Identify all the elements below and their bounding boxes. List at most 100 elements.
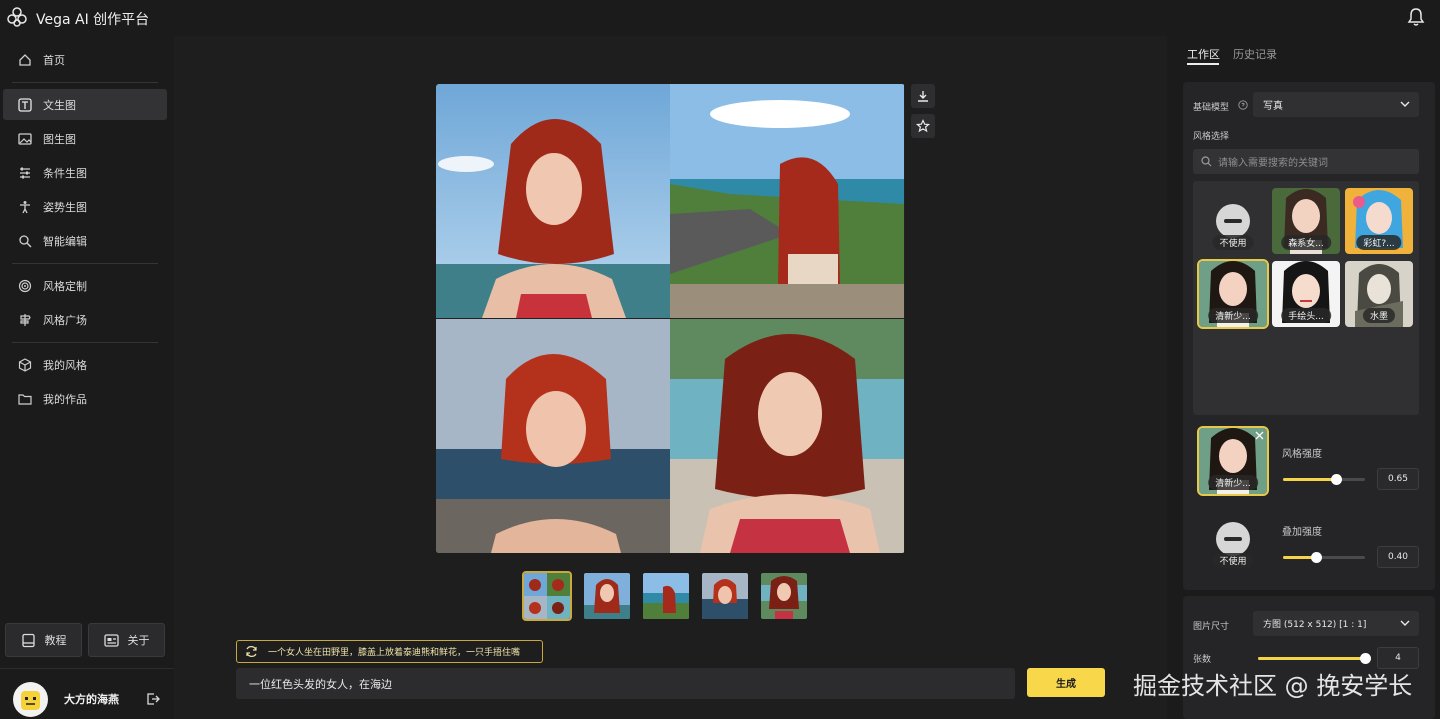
sidebar-item-style-custom[interactable]: 风格定制 bbox=[3, 270, 167, 301]
watermark: 掘金技术社区 @ 挽安学长 bbox=[1133, 672, 1413, 700]
prompt-suggestion-text: 一个女人坐在田野里，膝盖上放着泰迪熊和鲜花，一只手捂住嘴 bbox=[268, 648, 521, 658]
sidebar-item-label: 条件生图 bbox=[43, 166, 87, 180]
search-placeholder: 请输入需要搜索的关键词 bbox=[1218, 158, 1328, 169]
target-icon bbox=[17, 278, 32, 293]
count-slider[interactable] bbox=[1258, 653, 1371, 664]
right-panel: 工作区 历史记录 基础模型 写真 风格选择 请输入需要搜索的关键词 不使用 森系… bbox=[1167, 36, 1440, 719]
sidebar-item-conditional[interactable]: 条件生图 bbox=[3, 157, 167, 188]
thumbnail-3[interactable] bbox=[702, 573, 748, 619]
chevron-down-icon bbox=[1400, 620, 1410, 626]
style-caption: 水墨 bbox=[1362, 308, 1396, 323]
prompt-input[interactable]: 一位红色头发的女人，在海边 bbox=[236, 668, 1015, 699]
sidebar-item-my-works[interactable]: 我的作品 bbox=[3, 383, 167, 414]
generated-image-4[interactable] bbox=[670, 319, 904, 553]
style-caption: 清新少... bbox=[1208, 475, 1258, 490]
star-icon bbox=[916, 119, 930, 133]
about-button[interactable]: 关于 bbox=[88, 623, 165, 657]
generate-button[interactable]: 生成 bbox=[1027, 668, 1105, 697]
no-style-icon bbox=[1216, 204, 1250, 238]
magic-edit-icon bbox=[17, 233, 32, 248]
style-settings-card: 基础模型 写真 风格选择 请输入需要搜索的关键词 不使用 森系女... 彩虹?.… bbox=[1183, 82, 1435, 590]
style-strength-slider[interactable] bbox=[1283, 474, 1365, 485]
chevron-down-icon bbox=[1400, 101, 1410, 107]
overlay-strength-input[interactable]: 0.40 bbox=[1377, 546, 1419, 568]
sidebar-item-image-to-image[interactable]: 图生图 bbox=[3, 123, 167, 154]
thumbnail-1[interactable] bbox=[584, 573, 630, 619]
style-strength-input[interactable]: 0.65 bbox=[1377, 468, 1419, 490]
avatar[interactable] bbox=[13, 682, 48, 717]
book-icon bbox=[21, 633, 36, 648]
image-size-value: 方图 (512 x 512) [1 : 1] bbox=[1263, 620, 1367, 630]
sidebar-item-label: 首页 bbox=[43, 53, 65, 67]
sidebar-item-home[interactable]: 首页 bbox=[3, 44, 167, 75]
refresh-icon[interactable] bbox=[245, 645, 258, 658]
style-card-rainbow[interactable]: 彩虹?... bbox=[1345, 188, 1413, 254]
thumbnail-grid[interactable] bbox=[522, 571, 572, 621]
vega-logo-icon bbox=[7, 7, 27, 27]
selected-style-preview[interactable]: 清新少... bbox=[1197, 426, 1269, 496]
style-caption: 不使用 bbox=[1212, 235, 1254, 250]
sidebar-item-label: 文生图 bbox=[43, 98, 76, 112]
divider bbox=[12, 342, 158, 343]
style-search-input[interactable]: 请输入需要搜索的关键词 bbox=[1193, 149, 1419, 174]
slider-handle[interactable] bbox=[1360, 653, 1371, 664]
sidebar-item-text-to-image[interactable]: 文生图 bbox=[3, 89, 167, 120]
style-select-label: 风格选择 bbox=[1193, 132, 1230, 142]
slider-handle[interactable] bbox=[1311, 552, 1322, 563]
download-icon bbox=[918, 91, 928, 102]
tab-history[interactable]: 历史记录 bbox=[1233, 46, 1277, 62]
prompt-suggestion[interactable]: 一个女人坐在田野里，膝盖上放着泰迪熊和鲜花，一只手捂住嘴 bbox=[236, 640, 543, 663]
style-card-ink[interactable]: 水墨 bbox=[1345, 261, 1413, 327]
sidebar-item-label: 风格定制 bbox=[43, 279, 87, 293]
download-button[interactable] bbox=[911, 84, 935, 108]
sidebar-item-my-styles[interactable]: 我的风格 bbox=[3, 349, 167, 380]
thumbnail-4[interactable] bbox=[761, 573, 807, 619]
generated-image-2[interactable] bbox=[670, 84, 904, 318]
style-caption: 不使用 bbox=[1212, 553, 1254, 568]
style-caption: 清新少... bbox=[1208, 308, 1258, 323]
style-card-hand-drawn[interactable]: 手绘头... bbox=[1272, 261, 1340, 327]
generated-image-grid[interactable] bbox=[436, 84, 905, 553]
image-size-select[interactable]: 方图 (512 x 512) [1 : 1] bbox=[1253, 611, 1419, 636]
slider-fill bbox=[1258, 657, 1370, 660]
style-card-fresh-girl[interactable]: 清新少... bbox=[1197, 259, 1269, 329]
active-tab-indicator bbox=[1187, 63, 1219, 65]
logout-icon[interactable] bbox=[146, 692, 160, 706]
style-strength-label: 风格强度 bbox=[1282, 449, 1322, 460]
sidebar-item-label: 图生图 bbox=[43, 132, 76, 146]
image-icon bbox=[17, 131, 32, 146]
overlay-strength-label: 叠加强度 bbox=[1282, 527, 1322, 538]
tutorial-button[interactable]: 教程 bbox=[5, 623, 82, 657]
sidebar-item-style-plaza[interactable]: 风格广场 bbox=[3, 304, 167, 335]
favorite-button[interactable] bbox=[911, 114, 935, 138]
base-model-label: 基础模型 bbox=[1193, 103, 1230, 113]
slider-handle[interactable] bbox=[1331, 474, 1342, 485]
user-name: 大方的海燕 bbox=[64, 693, 119, 706]
sidebar-item-pose[interactable]: 姿势生图 bbox=[3, 191, 167, 222]
tab-workspace[interactable]: 工作区 bbox=[1187, 46, 1220, 62]
sidebar-item-label: 我的风格 bbox=[43, 358, 87, 372]
about-label: 关于 bbox=[127, 634, 150, 647]
style-card-forest-girl[interactable]: 森系女... bbox=[1272, 188, 1340, 254]
style-caption: 手绘头... bbox=[1281, 308, 1331, 323]
overlay-strength-slider[interactable] bbox=[1283, 552, 1365, 563]
divider bbox=[12, 82, 158, 83]
folder-icon bbox=[17, 391, 32, 406]
base-model-select[interactable]: 写真 bbox=[1253, 92, 1419, 117]
image-size-label: 图片尺寸 bbox=[1193, 622, 1230, 632]
generated-image-1[interactable] bbox=[436, 84, 670, 318]
pose-icon bbox=[17, 199, 32, 214]
sidebar-item-label: 智能编辑 bbox=[43, 234, 87, 248]
thumbnail-2[interactable] bbox=[643, 573, 689, 619]
sidebar-item-smart-edit[interactable]: 智能编辑 bbox=[3, 225, 167, 256]
generated-image-3[interactable] bbox=[436, 319, 670, 553]
tutorial-label: 教程 bbox=[44, 634, 67, 647]
help-icon[interactable] bbox=[1238, 100, 1248, 110]
style-card-none[interactable]: 不使用 bbox=[1199, 188, 1267, 254]
style-grid: 不使用 森系女... 彩虹?... 清新少... 手绘头... 水墨 bbox=[1193, 181, 1419, 415]
bell-icon[interactable] bbox=[1407, 7, 1425, 27]
sliders-icon bbox=[17, 165, 32, 180]
overlay-style-card[interactable]: 不使用 bbox=[1199, 506, 1267, 572]
signpost-icon bbox=[17, 312, 32, 327]
close-icon[interactable] bbox=[1255, 431, 1264, 440]
